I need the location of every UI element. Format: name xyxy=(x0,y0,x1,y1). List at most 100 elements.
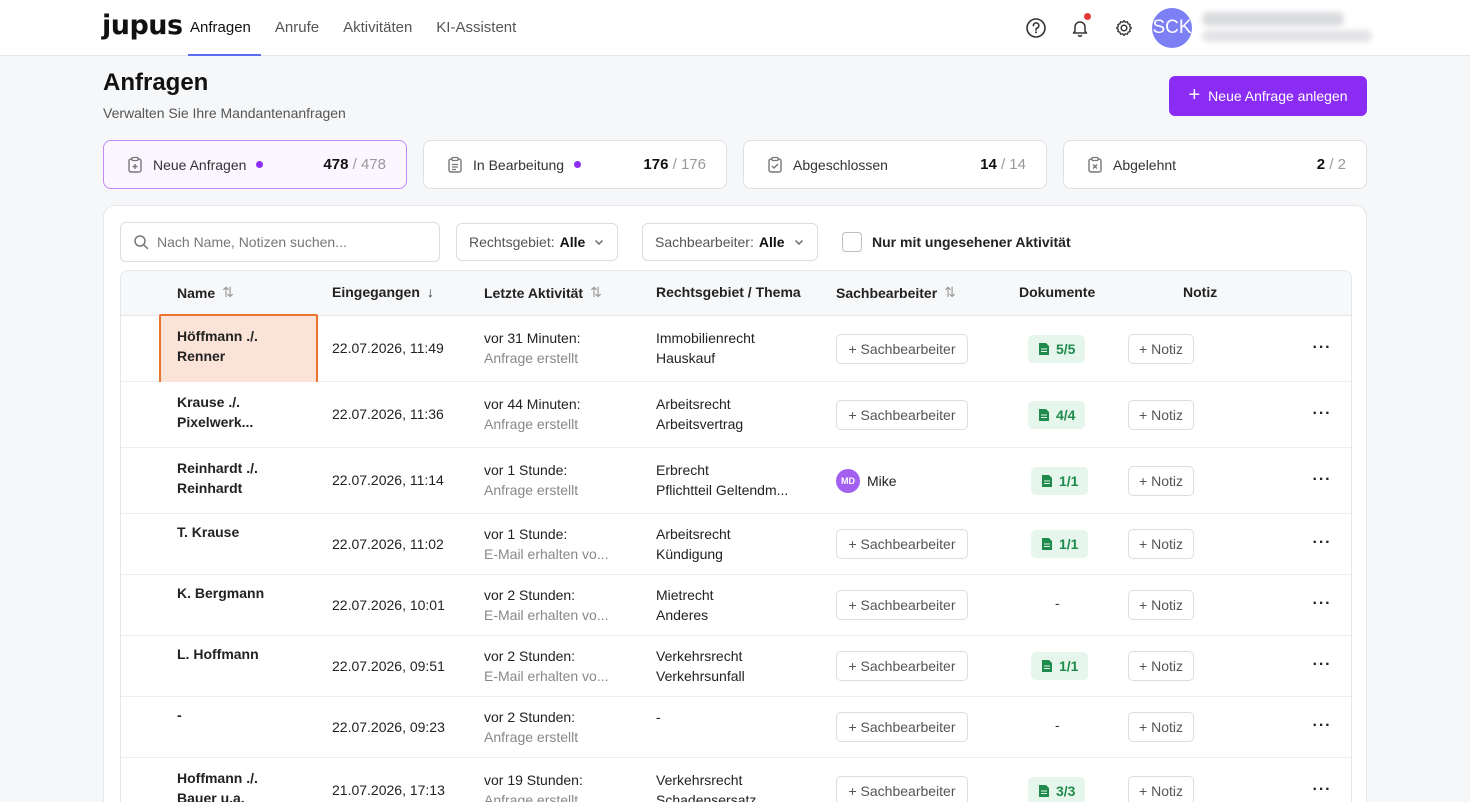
table-row[interactable]: Krause ./. Pixelwerk... 22.07.2026, 11:36… xyxy=(121,382,1351,448)
add-notiz-button[interactable]: + Notiz xyxy=(1128,334,1194,364)
documents-badge[interactable]: 5/5 xyxy=(1028,335,1086,363)
unseen-activity-filter: Nur mit ungesehener Aktivität xyxy=(842,232,1071,252)
row-more-menu-icon[interactable]: ··· xyxy=(1311,406,1333,427)
add-notiz-button[interactable]: + Notiz xyxy=(1128,712,1194,742)
client-name[interactable]: K. Bergmann xyxy=(177,583,307,603)
add-notiz-button[interactable]: + Notiz xyxy=(1128,776,1194,802)
notifications-bell-icon[interactable] xyxy=(1068,13,1092,40)
client-name[interactable]: T. Krause xyxy=(177,522,307,542)
last-activity: vor 2 Stunden: Anfrage erstellt xyxy=(484,709,579,745)
last-activity: vor 31 Minuten: Anfrage erstellt xyxy=(484,330,581,366)
row-more-menu-icon[interactable]: ··· xyxy=(1311,718,1333,739)
add-notiz-button[interactable]: + Notiz xyxy=(1128,400,1194,430)
add-sachbearbeiter-button[interactable]: + Sachbearbeiter xyxy=(836,776,968,802)
column-header-sachbearbeiter[interactable]: Sachbearbeiter ⇅ xyxy=(836,284,956,301)
received-date: 22.07.2026, 11:14 xyxy=(332,472,444,488)
nav-tab-anrufe[interactable]: Anrufe xyxy=(275,0,319,56)
client-name[interactable]: Hoffmann ./. Bauer u.a. xyxy=(177,768,307,802)
search-box[interactable] xyxy=(120,222,440,262)
help-icon[interactable] xyxy=(1024,16,1048,40)
user-name-blurred xyxy=(1202,12,1344,26)
row-more-menu-icon[interactable]: ··· xyxy=(1311,340,1333,361)
sort-icon[interactable]: ⇅ xyxy=(590,284,602,301)
add-sachbearbeiter-button[interactable]: + Sachbearbeiter xyxy=(836,712,968,742)
add-notiz-button[interactable]: + Notiz xyxy=(1128,590,1194,620)
column-header-name[interactable]: Name ⇅ xyxy=(177,284,234,301)
client-name[interactable]: - xyxy=(177,705,307,725)
add-sachbearbeiter-button[interactable]: + Sachbearbeiter xyxy=(836,651,968,681)
top-navigation-bar: jupus Anfragen Anrufe Aktivitäten KI-Ass… xyxy=(0,0,1470,56)
table-row[interactable]: Reinhardt ./. Reinhardt 22.07.2026, 11:14… xyxy=(121,448,1351,514)
sort-desc-icon[interactable]: ↓ xyxy=(427,284,434,300)
last-activity: vor 44 Minuten: Anfrage erstellt xyxy=(484,396,581,432)
client-name[interactable]: Reinhardt ./. Reinhardt xyxy=(177,458,307,498)
client-name[interactable]: Höffmann ./. Renner xyxy=(177,326,307,366)
client-name[interactable]: L. Hoffmann xyxy=(177,644,307,664)
nav-tab-aktivitaeten[interactable]: Aktivitäten xyxy=(343,0,412,56)
legal-area: Verkehrsrecht Schadensersatz xyxy=(656,772,757,802)
sort-icon[interactable]: ⇅ xyxy=(944,284,956,301)
add-sachbearbeiter-button[interactable]: + Sachbearbeiter xyxy=(836,529,968,559)
document-icon xyxy=(1039,409,1049,421)
table-row[interactable]: K. Bergmann 22.07.2026, 10:01 vor 2 Stun… xyxy=(121,575,1351,636)
last-activity: vor 1 Stunde: Anfrage erstellt xyxy=(484,462,579,498)
last-activity: vor 2 Stunden: E-Mail erhalten vo... xyxy=(484,648,609,684)
nav-tab-ki-assistent[interactable]: KI-Assistent xyxy=(436,0,516,56)
main-nav: Anfragen Anrufe Aktivitäten KI-Assistent xyxy=(188,0,540,56)
unseen-activity-label: Nur mit ungesehener Aktivität xyxy=(872,234,1071,250)
client-name[interactable]: Krause ./. Pixelwerk... xyxy=(177,392,307,432)
table-row[interactable]: L. Hoffmann 22.07.2026, 09:51 vor 2 Stun… xyxy=(121,636,1351,697)
app-logo[interactable]: jupus xyxy=(102,10,183,41)
add-sachbearbeiter-button[interactable]: + Sachbearbeiter xyxy=(836,334,968,364)
status-label: Abgeschlossen xyxy=(793,156,888,173)
documents-badge[interactable]: 1/1 xyxy=(1031,652,1089,680)
documents-badge[interactable]: 1/1 xyxy=(1031,467,1089,495)
table-row[interactable]: T. Krause 22.07.2026, 11:02 vor 1 Stunde… xyxy=(121,514,1351,575)
add-notiz-button[interactable]: + Notiz xyxy=(1128,466,1194,496)
user-avatar[interactable]: SCK xyxy=(1152,8,1192,48)
new-request-button[interactable]: + Neue Anfrage anlegen xyxy=(1169,76,1367,116)
documents-badge[interactable]: 1/1 xyxy=(1031,530,1089,558)
legal-area: Verkehrsrecht Verkehrsunfall xyxy=(656,648,745,684)
add-notiz-button[interactable]: + Notiz xyxy=(1128,529,1194,559)
add-sachbearbeiter-button[interactable]: + Sachbearbeiter xyxy=(836,590,968,620)
documents-badge[interactable]: 4/4 xyxy=(1028,401,1086,429)
table-row[interactable]: - 22.07.2026, 09:23 vor 2 Stunden: Anfrag… xyxy=(121,697,1351,758)
status-count: 478 / 478 xyxy=(323,156,386,173)
row-more-menu-icon[interactable]: ··· xyxy=(1311,472,1333,493)
column-header-eingegangen[interactable]: Eingegangen ↓ xyxy=(332,284,434,300)
row-more-menu-icon[interactable]: ··· xyxy=(1311,596,1333,617)
rechtsgebiet-filter[interactable]: Rechtsgebiet: Alle xyxy=(456,223,619,261)
status-label: Neue Anfragen xyxy=(153,156,247,173)
documents-empty: - xyxy=(1055,595,1060,611)
status-card-abgeschlossen[interactable]: Abgeschlossen 14 / 14 xyxy=(743,140,1047,189)
sachbearbeiter-filter[interactable]: Sachbearbeiter: Alle xyxy=(642,223,818,261)
row-more-menu-icon[interactable]: ··· xyxy=(1311,657,1333,678)
add-notiz-button[interactable]: + Notiz xyxy=(1128,651,1194,681)
clipboard-plus-icon xyxy=(128,156,142,173)
legal-area: - xyxy=(656,709,661,725)
documents-empty: - xyxy=(1055,717,1060,733)
assigned-sachbearbeiter[interactable]: MD Mike xyxy=(836,469,897,493)
status-card-abgelehnt[interactable]: Abgelehnt 2 / 2 xyxy=(1063,140,1367,189)
settings-gear-icon[interactable] xyxy=(1112,16,1136,40)
page-title: Anfragen xyxy=(103,69,209,96)
table-row[interactable]: Höffmann ./. Renner 22.07.2026, 11:49 vor… xyxy=(121,314,1351,384)
column-header-aktivitaet[interactable]: Letzte Aktivität ⇅ xyxy=(484,284,602,301)
row-more-menu-icon[interactable]: ··· xyxy=(1311,535,1333,556)
column-header-dokumente: Dokumente xyxy=(1019,284,1096,300)
documents-badge[interactable]: 3/3 xyxy=(1028,777,1086,802)
add-sachbearbeiter-button[interactable]: + Sachbearbeiter xyxy=(836,400,968,430)
legal-area: Arbeitsrecht Kündigung xyxy=(656,526,731,562)
sort-icon[interactable]: ⇅ xyxy=(222,284,234,301)
status-count: 176 / 176 xyxy=(643,156,706,173)
status-card-in-bearbeitung[interactable]: In Bearbeitung 176 / 176 xyxy=(423,140,727,189)
received-date: 21.07.2026, 17:13 xyxy=(332,782,445,798)
unseen-activity-checkbox[interactable] xyxy=(842,232,862,252)
status-card-neue-anfragen[interactable]: Neue Anfragen 478 / 478 xyxy=(103,140,407,189)
requests-table: Name ⇅ Eingegangen ↓ Letzte Aktivität ⇅ Rec… xyxy=(120,270,1352,802)
search-input[interactable] xyxy=(157,234,427,250)
nav-tab-anfragen[interactable]: Anfragen xyxy=(188,0,261,56)
row-more-menu-icon[interactable]: ··· xyxy=(1311,782,1333,802)
table-row[interactable]: Hoffmann ./. Bauer u.a. 21.07.2026, 17:13… xyxy=(121,758,1351,802)
